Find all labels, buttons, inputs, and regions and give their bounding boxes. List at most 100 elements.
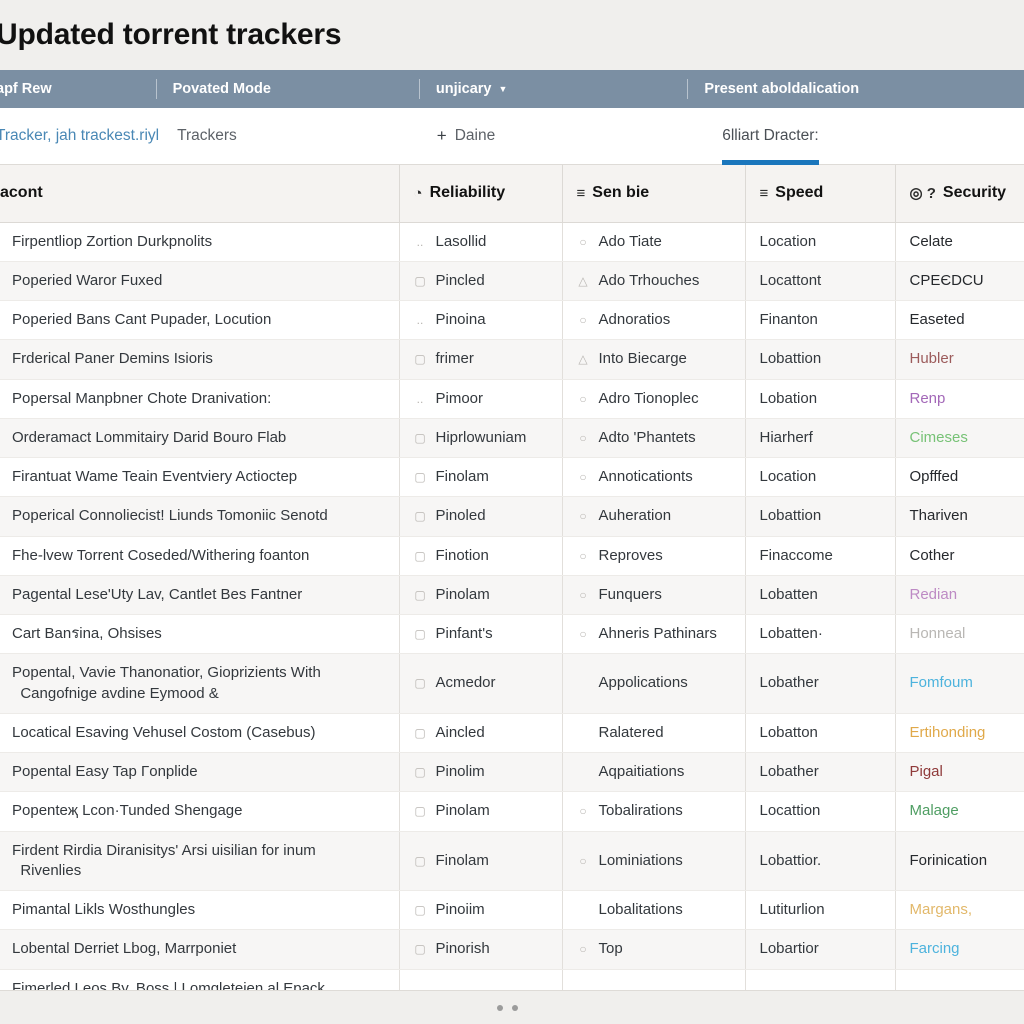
cell-security: Farcing (895, 929, 1024, 970)
cell-speed: Lobartior (745, 929, 896, 970)
speed-value: Location (759, 232, 817, 250)
table-row[interactable]: Locatical Esaving Vehusel Costom (Casebu… (0, 713, 1024, 754)
menu-item-label: unjicary (435, 81, 492, 97)
pagination-dot[interactable] (497, 1004, 503, 1011)
menu-item-label: apf Rew (0, 81, 52, 97)
cell-security: Honneal (895, 614, 1024, 655)
table-row[interactable]: Pagental Lese'Uty Lav, Cantlet Bes Fantn… (0, 575, 1024, 616)
tab-add-daine[interactable]: + Daine (437, 108, 495, 164)
table-row[interactable]: Firantuat Wame Teain Eventviery Actiocte… (0, 457, 1024, 498)
reliability-value: Finolam (435, 851, 489, 869)
tab-trackers[interactable]: Trackers (177, 108, 237, 164)
tab-label: Trackers (177, 127, 237, 144)
senbie-status-icon (577, 677, 590, 689)
reliability-value: Lasollid (435, 232, 487, 250)
column-header-speed[interactable]: ≡ Speed (745, 165, 896, 223)
table-row[interactable]: Firdent Rirdia Diranisitys' Arsi uisilia… (0, 831, 1024, 891)
reliability-value: Finotion (435, 546, 489, 564)
cell-speed: Lobatton (745, 713, 896, 754)
security-value: Hubler (909, 350, 954, 368)
table-row[interactable]: Poperied Waror Fuxed ▢ Pincled △ Ado Trhouch… (0, 261, 1024, 302)
speed-value: Lobattion (759, 507, 822, 525)
speed-value: Locattion (759, 802, 821, 820)
column-header-acont[interactable]: acont (0, 165, 400, 223)
senbie-status-icon: ○ (579, 509, 587, 524)
security-value: Ertihonding (909, 723, 986, 741)
tracker-name-line: Popenteҗ Lcon·Tunded Shengage (12, 802, 243, 820)
speed-value: Finanton (759, 311, 818, 328)
security-value: Cimeses (909, 428, 968, 446)
table-row[interactable]: Fimerled Leos By, Boss | Lomgleteien al … (0, 969, 1024, 990)
tab-active-dracter[interactable]: 6lliart Dracter: (722, 108, 819, 165)
column-header-reliability[interactable]: ◔ Reliability (399, 165, 563, 223)
cell-reliability: ▢ frimer (399, 339, 563, 380)
cell-speed: Finanton (745, 300, 896, 341)
senbie-status-icon: ○ (579, 234, 587, 249)
table-row[interactable]: Cart Banรina, Ohsises ▢ Pinfant's ○ Ahneris … (0, 614, 1024, 655)
table-row[interactable]: Popental Easy Tap Γonplide ▢ Pinolim Aqpai… (0, 752, 1024, 793)
tracker-name-line: Orderamact Lommitairy Darid Bouro Flab (12, 428, 287, 446)
cell-security: Redian (895, 575, 1024, 616)
reliability-status-icon: ▢ (414, 548, 426, 563)
reliability-value: Pinoina (435, 311, 486, 328)
senbie-value: Ado Trhouches (598, 271, 700, 289)
senbie-status-icon: ○ (579, 548, 587, 563)
menu-item-povated-mode[interactable]: Povated Mode (155, 70, 271, 108)
reliability-status-icon: .. (416, 313, 424, 327)
cell-reliability: ▢ Hiprlowuniam (399, 418, 563, 459)
table-row[interactable]: Frderical Paner Demins Isioris ▢ frimer △ In… (0, 339, 1024, 380)
cell-security: Malage (895, 791, 1024, 832)
tab-tracker-link[interactable]: Tracker, jah trackest.riyl (0, 108, 159, 164)
cell-tracker-name: Poperied Bans Cant Pupader, Locution (0, 300, 400, 341)
column-header-security[interactable]: ◎ ? Security (895, 165, 1024, 223)
speed-value: Lobatten· (759, 625, 823, 642)
cell-senbie: ○Lobalitations (562, 969, 746, 990)
cell-senbie: △ Ado Trhouches (562, 261, 746, 302)
table-row[interactable]: Poperical Connoliecist! Liunds Tomoniic … (0, 496, 1024, 537)
table-row[interactable]: Popental, Vavie Thanonatior, Gioprizient… (0, 653, 1024, 714)
tracker-name-line: Poperied Bans Cant Pupader, Locution (12, 311, 272, 328)
table-row[interactable]: Firpentliop Zortion Durkpnolits.. Lasolli… (0, 222, 1024, 262)
cell-reliability: ▢ Pinolam (399, 575, 563, 616)
senbie-status-icon: △ (578, 273, 588, 288)
table-row[interactable]: Popenteҗ Lcon·Tunded Shengage ▢ Pinolam ○ To… (0, 791, 1024, 832)
menu-item-unjicary[interactable]: unjicary ▼ (418, 70, 507, 108)
table-row[interactable]: Popersal Manpbner Chote Dranivation:.. Pi… (0, 379, 1024, 419)
senbie-status-icon (577, 904, 590, 916)
pagination-dots[interactable] (497, 1004, 518, 1011)
speed-value: Lobatten (759, 585, 818, 603)
table-row[interactable]: Pimantal Likls Wosthungles ▢ Pinoiim Lobal… (0, 890, 1024, 931)
senbie-value: Adro Tionoplec (598, 389, 699, 407)
reliability-value: Pinoled (435, 507, 486, 525)
reliability-value: Pinolam (435, 585, 490, 603)
senbie-value: Top (598, 940, 623, 958)
column-header-senbie[interactable]: ≡ Sen bie (562, 165, 746, 223)
cell-tracker-name: Popenteҗ Lcon·Tunded Shengage (0, 791, 400, 832)
cell-senbie: ○ Funquers (562, 575, 746, 616)
speed-value: Lobather (759, 763, 819, 780)
menu-item-apf-rew[interactable]: apf Rew (0, 70, 52, 108)
table-row[interactable]: Fhe-lvew Torrent Coseded/Withering foant… (0, 536, 1024, 576)
menu-item-label: Present aboldalication (704, 81, 860, 97)
table-header: acont ◔ Reliability ≡ Sen bie ≡ Speed ◎ … (0, 165, 1024, 223)
menu-item-present-aboldalication[interactable]: Present aboldalication (687, 70, 859, 108)
cell-reliability: ▢ Pinolam (399, 791, 563, 832)
cell-reliability: ▢ Aincled (399, 713, 563, 754)
tracker-name-line: Fhe-lvew Torrent Coseded/Withering foant… (12, 546, 310, 564)
title-bar: Updated torrent trackers (0, 0, 1024, 70)
cell-security: Renp (895, 379, 1024, 419)
cell-speed: Lobattior. (745, 831, 896, 891)
security-value: Forinication (909, 851, 988, 869)
cell-reliability: ▢ Pincled (399, 261, 563, 302)
cell-security: Hubler (895, 339, 1024, 380)
table-row[interactable]: Lobental Derriet Lbog, Marrponiet ▢ Pinori… (0, 929, 1024, 970)
gauge-icon: ◔ (413, 184, 423, 202)
table-row[interactable]: Orderamact Lommitairy Darid Bouro Flab ▢ H… (0, 418, 1024, 459)
cell-tracker-name: Popersal Manpbner Chote Dranivation: (0, 379, 400, 419)
speed-value: Lobation (759, 389, 818, 407)
reliability-status-icon: .. (416, 234, 424, 249)
cell-senbie: Lobalitations (562, 890, 746, 931)
table-row[interactable]: Poperied Bans Cant Pupader, Locution.. Pi… (0, 300, 1024, 341)
reliability-status-icon: ▢ (414, 725, 426, 740)
pagination-dot[interactable] (512, 1004, 518, 1011)
